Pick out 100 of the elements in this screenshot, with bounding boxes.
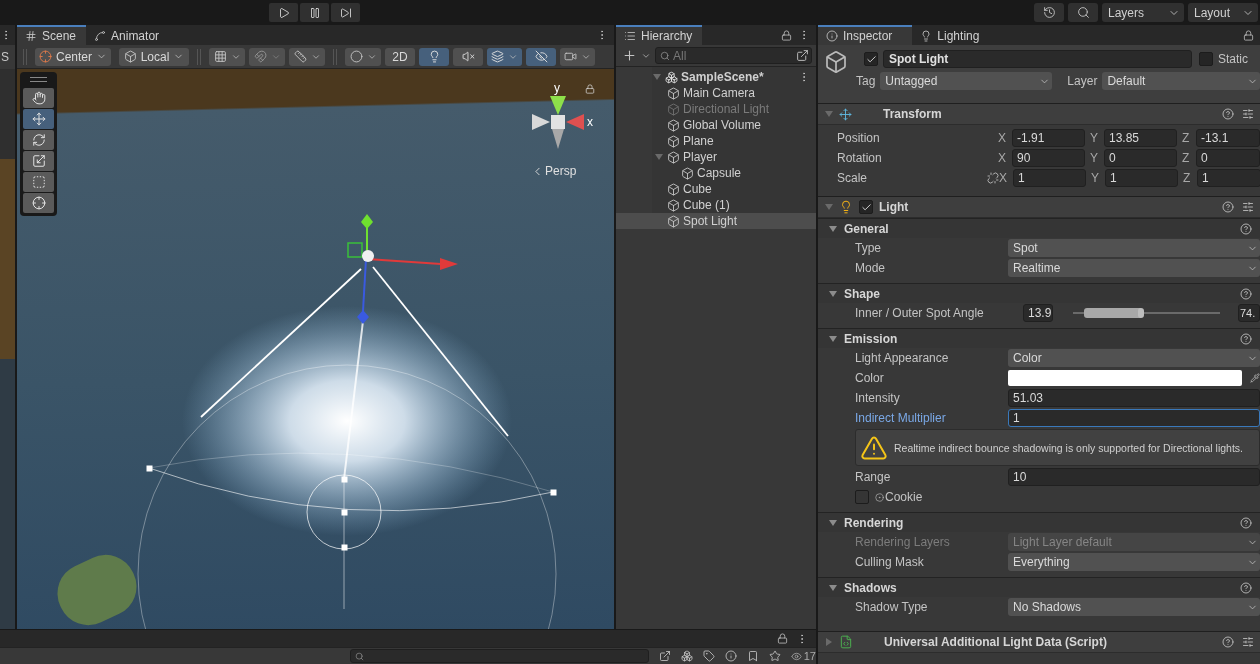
search-button[interactable] — [1068, 3, 1098, 22]
hierarchy-item[interactable]: Plane — [616, 133, 816, 149]
cube-icon[interactable] — [824, 50, 848, 74]
number-field[interactable]: -13.1 — [1196, 129, 1260, 147]
section-header[interactable]: Rendering — [818, 512, 1260, 532]
settings-icon[interactable] — [1242, 636, 1254, 648]
component-header[interactable]: Transform — [818, 103, 1260, 125]
number-field[interactable]: 0 — [1104, 149, 1177, 167]
number-field[interactable]: 1 — [1197, 169, 1260, 187]
panel-tab[interactable]: Animator — [86, 25, 170, 45]
number-field[interactable]: 90 — [1012, 149, 1085, 167]
foldout-arrow-icon[interactable] — [655, 153, 663, 161]
panel-tab[interactable]: Inspector — [818, 25, 913, 45]
checkbox[interactable] — [859, 200, 873, 214]
checkbox[interactable] — [864, 52, 878, 66]
open-window-icon[interactable] — [796, 49, 809, 62]
search-field[interactable] — [350, 649, 649, 663]
increment-snap-button[interactable] — [249, 47, 286, 66]
scene-item[interactable]: SampleScene* — [616, 69, 816, 85]
view-toggle[interactable] — [419, 47, 450, 66]
range-slider-bar[interactable] — [1084, 308, 1141, 318]
hierarchy-item[interactable]: Cube — [616, 181, 816, 197]
hierarchy-item[interactable]: Capsule — [616, 165, 816, 181]
component-header[interactable]: Universal Additional Light Data (Script) — [818, 631, 1260, 653]
hierarchy-item[interactable]: Spot Light — [616, 213, 816, 229]
dropdown[interactable]: Spot — [1008, 239, 1260, 257]
unlink-icon[interactable] — [987, 172, 999, 184]
foldout-arrow-icon[interactable] — [829, 518, 837, 527]
star-icon[interactable] — [768, 650, 781, 662]
add-icon[interactable] — [622, 48, 637, 63]
layer-dropdown[interactable]: Default — [1102, 72, 1260, 90]
tool-button[interactable] — [23, 193, 54, 213]
checkbox[interactable] — [855, 490, 869, 504]
2d-toggle[interactable]: 2D — [385, 47, 416, 66]
help-icon[interactable] — [1240, 222, 1252, 235]
foldout-arrow-icon[interactable] — [829, 334, 837, 343]
number-field[interactable]: 10 — [1008, 468, 1260, 486]
name-field[interactable]: Spot Light — [883, 50, 1192, 68]
hierarchy-item[interactable]: Main Camera — [616, 85, 816, 101]
dropdown[interactable]: Realtime — [1008, 259, 1260, 277]
help-icon[interactable] — [1222, 636, 1234, 648]
view-toggle[interactable] — [487, 47, 523, 66]
range-slider-handle[interactable] — [1137, 308, 1144, 318]
help-icon[interactable] — [1222, 108, 1234, 120]
history-button[interactable] — [1034, 3, 1064, 22]
hierarchy-item[interactable]: Global Volume — [616, 117, 816, 133]
dropdown[interactable]: No Shadows — [1008, 598, 1260, 616]
grid-snap-button[interactable] — [209, 47, 246, 66]
settings-icon[interactable] — [1242, 201, 1254, 213]
object-picker-icon[interactable] — [875, 492, 884, 502]
number-field[interactable]: 13.9 — [1023, 304, 1053, 322]
color-swatch[interactable] — [1008, 370, 1242, 386]
foldout-arrow-icon[interactable] — [829, 289, 837, 298]
dropdown[interactable]: Color — [1008, 349, 1260, 367]
tool-button[interactable] — [23, 151, 54, 171]
number-field[interactable]: 13.85 — [1104, 129, 1177, 147]
pivot-dropdown[interactable]: Center — [35, 47, 112, 66]
foldout-arrow-icon[interactable] — [829, 224, 837, 233]
layers-dropdown[interactable]: Layers — [1102, 3, 1184, 22]
tool-button[interactable] — [23, 88, 54, 108]
tag-dropdown[interactable]: Untagged — [880, 72, 1053, 90]
component-header[interactable]: Light — [818, 196, 1260, 218]
orientation-gizmo-drawing[interactable] — [532, 96, 584, 149]
eyedropper-icon[interactable] — [1250, 373, 1260, 383]
view-toggle[interactable] — [526, 47, 557, 66]
open-window-icon[interactable] — [658, 650, 671, 662]
foldout-arrow-icon[interactable] — [829, 583, 837, 592]
foldout-arrow-icon[interactable] — [653, 73, 661, 81]
pause-button[interactable] — [300, 3, 329, 22]
panel-tab[interactable]: Lighting — [912, 25, 990, 45]
lock-icon[interactable] — [777, 633, 788, 644]
number-field[interactable]: 1 — [1008, 409, 1260, 427]
info-icon[interactable] — [724, 650, 737, 662]
scene-viewport[interactable]: y x Persp — [17, 69, 614, 629]
tool-button[interactable] — [23, 130, 54, 150]
section-header[interactable]: Shape — [818, 283, 1260, 303]
number-field[interactable]: 51.03 — [1008, 389, 1260, 407]
camera-dropdown[interactable] — [560, 47, 596, 66]
help-icon[interactable] — [1240, 287, 1252, 300]
number-field[interactable]: -1.91 — [1012, 129, 1085, 147]
number-field[interactable]: 74. — [1238, 304, 1260, 322]
step-button[interactable] — [331, 3, 360, 22]
lock-icon[interactable] — [1243, 29, 1254, 41]
tag-icon[interactable] — [702, 650, 715, 662]
section-header[interactable]: General — [818, 218, 1260, 238]
projection-toggle[interactable]: Persp — [531, 164, 577, 178]
hierarchy-item[interactable]: Player — [616, 149, 816, 165]
section-header[interactable]: Emission — [818, 328, 1260, 348]
panel-tab[interactable]: Scene — [17, 25, 87, 45]
number-field[interactable]: 1 — [1105, 169, 1178, 187]
number-field[interactable]: 1 — [1013, 169, 1086, 187]
section-header[interactable]: Shadows — [818, 577, 1260, 597]
lock-icon[interactable] — [781, 29, 792, 41]
dropdown[interactable]: Everything — [1008, 553, 1260, 571]
number-field[interactable]: 0 — [1196, 149, 1260, 167]
ruler-button[interactable] — [289, 47, 326, 66]
help-icon[interactable] — [1240, 332, 1252, 345]
help-icon[interactable] — [1240, 516, 1252, 529]
help-icon[interactable] — [1222, 201, 1234, 213]
bookmark-icon[interactable] — [746, 650, 759, 662]
